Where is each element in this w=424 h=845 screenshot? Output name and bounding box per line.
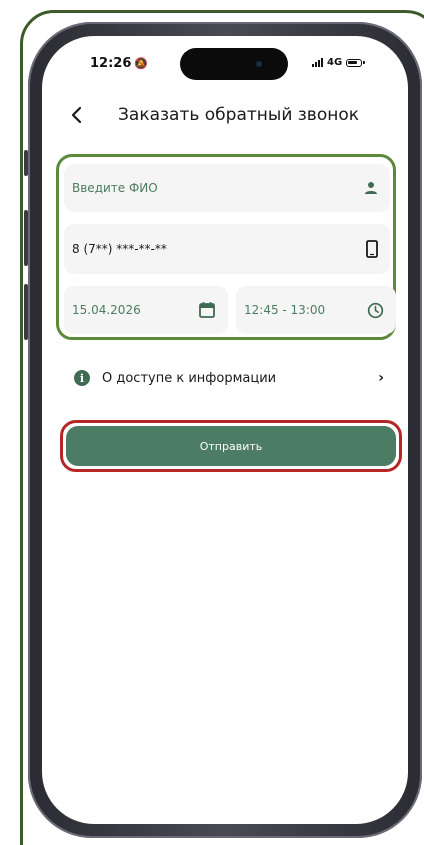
status-bar-indicators: 4G	[312, 57, 366, 68]
phone-value: 8 (7**) ***-**-**	[72, 242, 167, 256]
time-field[interactable]: 12:45 - 13:00	[236, 286, 396, 334]
info-access-label: О доступе к информации	[102, 370, 277, 386]
info-icon: i	[74, 370, 90, 386]
person-icon	[365, 182, 377, 194]
bell-slash-icon: 🔕	[134, 57, 149, 70]
phone-screen: 12:26 🔕 4G Заказать обратный звонок Введи…	[42, 36, 408, 824]
name-field[interactable]: Введите ФИО	[64, 164, 390, 212]
smartphone-icon	[366, 240, 378, 258]
name-placeholder: Введите ФИО	[72, 181, 158, 195]
calendar-icon[interactable]	[198, 301, 216, 319]
date-value: 15.04.2026	[72, 303, 141, 317]
page-title: Заказать обратный звонок	[118, 105, 360, 125]
phone-field[interactable]: 8 (7**) ***-**-**	[64, 224, 390, 274]
clock-icon[interactable]	[367, 302, 384, 319]
dynamic-island	[180, 48, 288, 80]
network-type: 4G	[327, 57, 343, 68]
submit-button[interactable]: Отправить	[66, 426, 396, 466]
chevron-right-icon: ›	[378, 370, 384, 386]
camera-dot	[256, 61, 262, 67]
date-field[interactable]: 15.04.2026	[64, 286, 228, 334]
page: 12:26 🔕 4G Заказать обратный звонок Введи…	[0, 0, 424, 845]
chevron-left-icon[interactable]	[68, 106, 86, 124]
battery-icon	[346, 58, 366, 67]
info-access-row[interactable]: i О доступе к информации ›	[74, 364, 384, 392]
signal-icon	[312, 58, 323, 67]
time-value: 12:45 - 13:00	[244, 303, 326, 317]
status-bar-time: 12:26 🔕	[90, 56, 149, 71]
